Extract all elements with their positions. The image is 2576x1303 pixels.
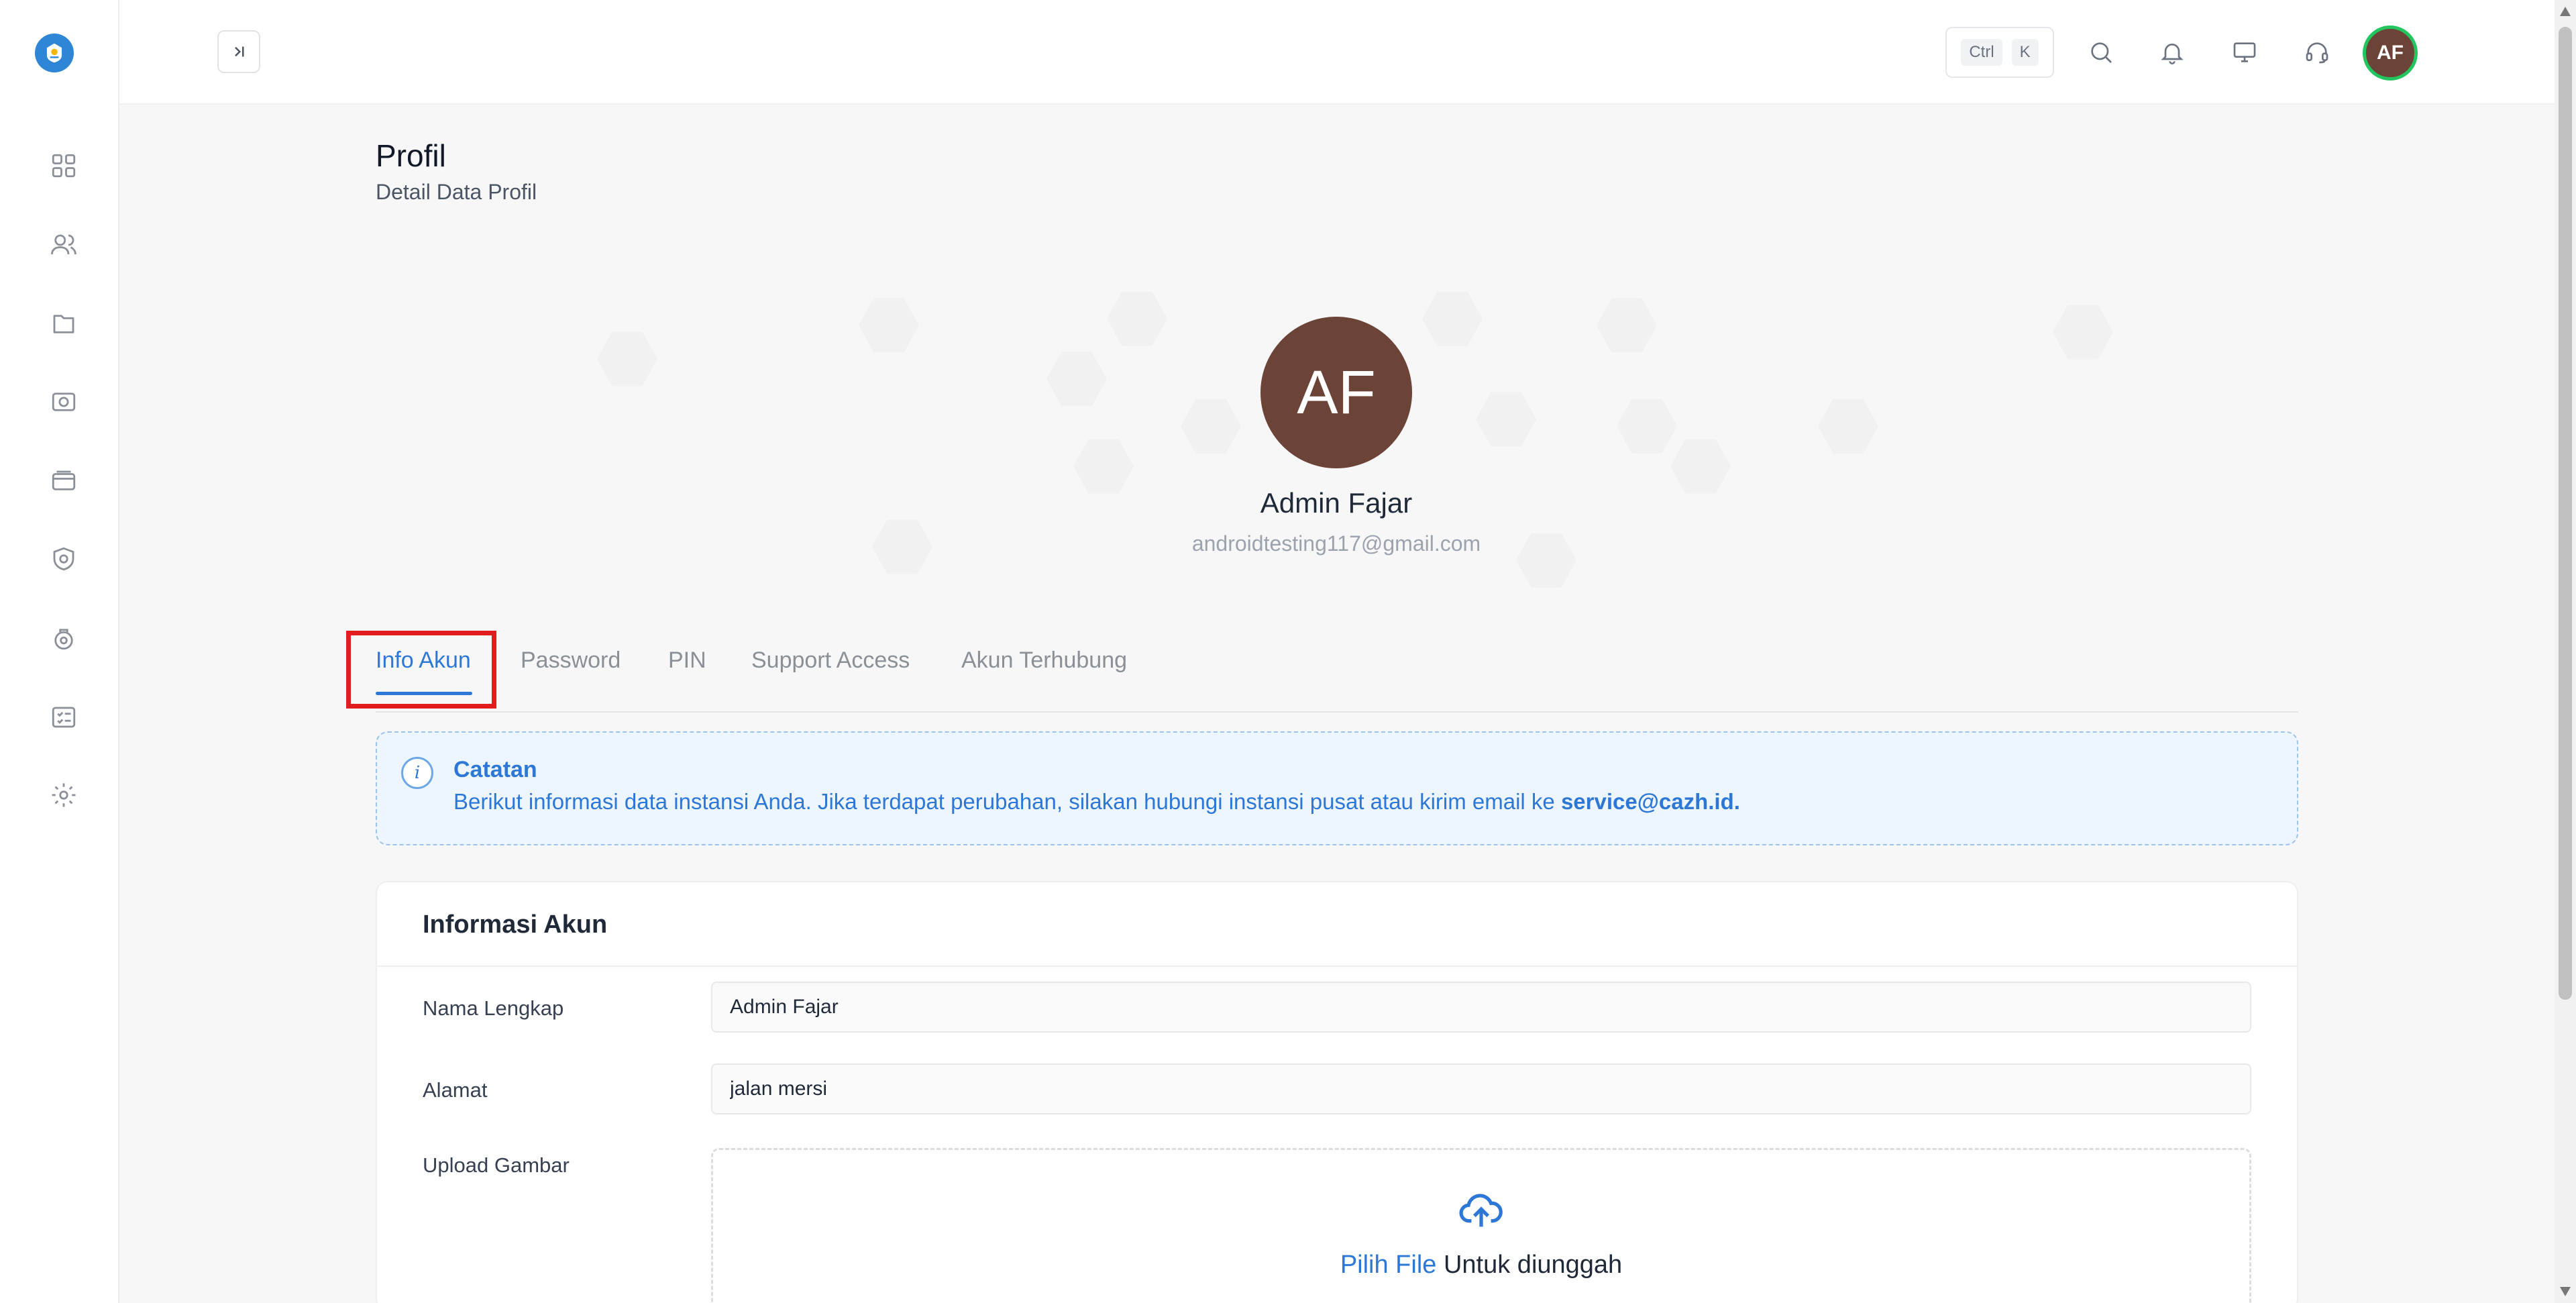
decor-hex — [1422, 291, 1483, 346]
cloud-upload-icon — [1458, 1188, 1505, 1235]
scroll-up-arrow-icon[interactable] — [2560, 7, 2571, 16]
lock-icon[interactable] — [47, 621, 80, 655]
kbd-k: K — [2011, 39, 2039, 66]
page-scrollbar[interactable] — [2555, 0, 2576, 1303]
decor-hex — [2053, 305, 2113, 360]
tabs-divider — [376, 711, 2298, 713]
page-subtitle: Detail Data Profil — [376, 180, 537, 204]
decor-hex — [1046, 352, 1107, 407]
search-icon[interactable] — [2082, 34, 2120, 71]
tab-password[interactable]: Password — [521, 647, 621, 674]
sidebar — [0, 0, 119, 1303]
scroll-thumb[interactable] — [2559, 27, 2572, 1000]
expand-icon — [235, 46, 244, 57]
field-label-upload-gambar: Upload Gambar — [423, 1153, 570, 1177]
profile-email: androidtesting117@gmail.com — [1191, 531, 1481, 556]
camera-icon[interactable] — [47, 385, 80, 419]
full-name-field[interactable] — [711, 982, 2251, 1033]
decor-hex — [1818, 399, 1878, 454]
card-divider — [377, 966, 2297, 967]
top-bar: Ctrl K AF — [119, 0, 2555, 105]
page-title: Profil — [376, 138, 446, 173]
decor-hex — [1617, 399, 1677, 454]
tab-pin[interactable]: PIN — [668, 647, 706, 674]
account-info-card: Informasi Akun Nama Lengkap Alamat Uploa… — [376, 881, 2298, 1303]
note-title: Catatan — [453, 757, 537, 782]
decor-hex — [1181, 399, 1241, 454]
user-avatar[interactable]: AF — [2363, 25, 2418, 81]
tab-akun-terhubung[interactable]: Akun Terhubung — [961, 647, 1127, 674]
card-title: Informasi Akun — [423, 910, 608, 939]
field-label-alamat: Alamat — [423, 1078, 488, 1102]
info-icon: i — [401, 757, 433, 789]
upload-text: Pilih File Untuk diunggah — [713, 1251, 2249, 1280]
decor-hex — [1107, 291, 1167, 346]
bell-icon[interactable] — [2153, 34, 2191, 71]
note-text: Berikut informasi data instansi Anda. Ji… — [453, 789, 1740, 815]
card-icon[interactable] — [47, 464, 80, 498]
command-shortcut[interactable]: Ctrl K — [1945, 27, 2054, 78]
note-email-link[interactable]: service@cazh.id. — [1561, 789, 1740, 814]
decor-hex — [1597, 298, 1657, 353]
decor-hex — [597, 331, 657, 386]
dashboard-icon[interactable] — [47, 149, 80, 183]
address-field[interactable] — [711, 1063, 2251, 1114]
checklist-icon[interactable] — [47, 700, 80, 734]
sidebar-toggle-button[interactable] — [217, 30, 260, 73]
decor-hex — [872, 519, 932, 574]
field-label-nama-lengkap: Nama Lengkap — [423, 996, 564, 1020]
logo-emblem-icon — [46, 43, 62, 63]
image-upload-dropzone[interactable]: Pilih File Untuk diunggah — [711, 1148, 2251, 1303]
decor-hex — [1670, 439, 1731, 494]
decor-hex — [859, 298, 919, 353]
folder-icon[interactable] — [47, 307, 80, 341]
users-icon[interactable] — [47, 228, 80, 262]
note-body: Berikut informasi data instansi Anda. Ji… — [453, 789, 1561, 814]
highlight-annotation — [346, 631, 496, 709]
monitor-icon[interactable] — [2226, 34, 2263, 71]
profile-name: Admin Fajar — [1260, 487, 1413, 519]
shield-icon[interactable] — [47, 542, 80, 576]
scroll-down-arrow-icon[interactable] — [2560, 1287, 2571, 1296]
profile-avatar: AF — [1260, 317, 1412, 468]
upload-hint: Untuk diunggah — [1436, 1251, 1623, 1279]
settings-icon[interactable] — [47, 778, 80, 812]
kbd-ctrl: Ctrl — [1961, 39, 2002, 66]
info-note: i Catatan Berikut informasi data instans… — [376, 731, 2298, 845]
choose-file-link[interactable]: Pilih File — [1340, 1251, 1437, 1279]
headset-icon[interactable] — [2298, 34, 2336, 71]
decor-hex — [1476, 392, 1536, 447]
app-logo[interactable] — [35, 34, 74, 72]
tab-support-access[interactable]: Support Access — [751, 647, 910, 674]
